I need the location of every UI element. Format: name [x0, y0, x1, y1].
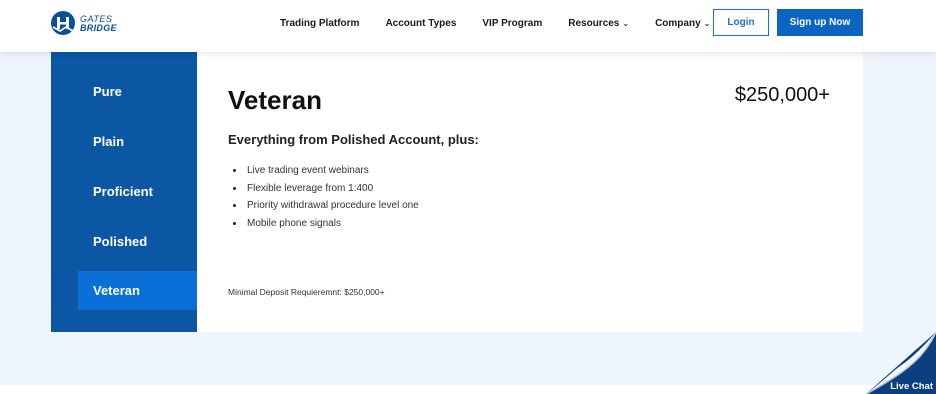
feature-list: Live trading event webinars Flexible lev…	[228, 162, 419, 232]
account-subtitle: Everything from Polished Account, plus:	[228, 132, 479, 147]
list-item: Live trading event webinars	[228, 162, 419, 180]
brand-line-2: BRIDGE	[80, 23, 117, 33]
brand-logo[interactable]: GATES BRIDGE	[50, 10, 130, 40]
chevron-down-icon: ⌄	[703, 18, 711, 28]
main-nav: Trading Platform Account Types VIP Progr…	[280, 0, 736, 46]
nav-label: Resources	[568, 17, 620, 29]
live-chat-label: Live Chat	[890, 381, 933, 392]
nav-label: Trading Platform	[280, 17, 360, 29]
account-tier-sidebar: Pure Plain Proficient Polished Veteran	[51, 52, 197, 332]
tab-proficient[interactable]: Proficient	[78, 172, 197, 211]
site-header: GATES BRIDGE Trading Platform Account Ty…	[0, 0, 936, 52]
brand-wordmark: GATES BRIDGE	[80, 15, 117, 33]
login-button[interactable]: Login	[713, 9, 769, 36]
logo-mark-icon	[51, 11, 75, 35]
nav-label: Company	[655, 17, 701, 29]
minimum-deposit-note: Minimal Deposit Requieremnt: $250,000+	[228, 287, 385, 297]
list-item: Priority withdrawal procedure level one	[228, 197, 419, 215]
tab-plain[interactable]: Plain	[78, 122, 197, 161]
list-item: Flexible leverage from 1:400	[228, 180, 419, 198]
chevron-down-icon: ⌄	[622, 18, 630, 28]
nav-label: Account Types	[385, 17, 457, 29]
tab-polished[interactable]: Polished	[78, 222, 197, 261]
account-details-panel: Veteran $250,000+ Everything from Polish…	[197, 52, 863, 332]
nav-company[interactable]: Company ⌄	[655, 18, 710, 29]
account-price: $250,000+	[734, 84, 830, 106]
nav-account-types[interactable]: Account Types	[385, 18, 456, 29]
nav-resources[interactable]: Resources ⌄	[568, 18, 629, 29]
list-item: Mobile phone signals	[228, 215, 419, 233]
nav-label: VIP Program	[482, 17, 543, 29]
tab-veteran[interactable]: Veteran	[78, 271, 197, 310]
account-title: Veteran	[228, 85, 322, 115]
nav-vip-program[interactable]: VIP Program	[482, 18, 542, 29]
signup-button[interactable]: Sign up Now	[777, 9, 863, 36]
nav-trading-platform[interactable]: Trading Platform	[280, 18, 359, 29]
tab-pure[interactable]: Pure	[78, 72, 197, 111]
live-chat-button[interactable]: Live Chat	[866, 332, 936, 394]
